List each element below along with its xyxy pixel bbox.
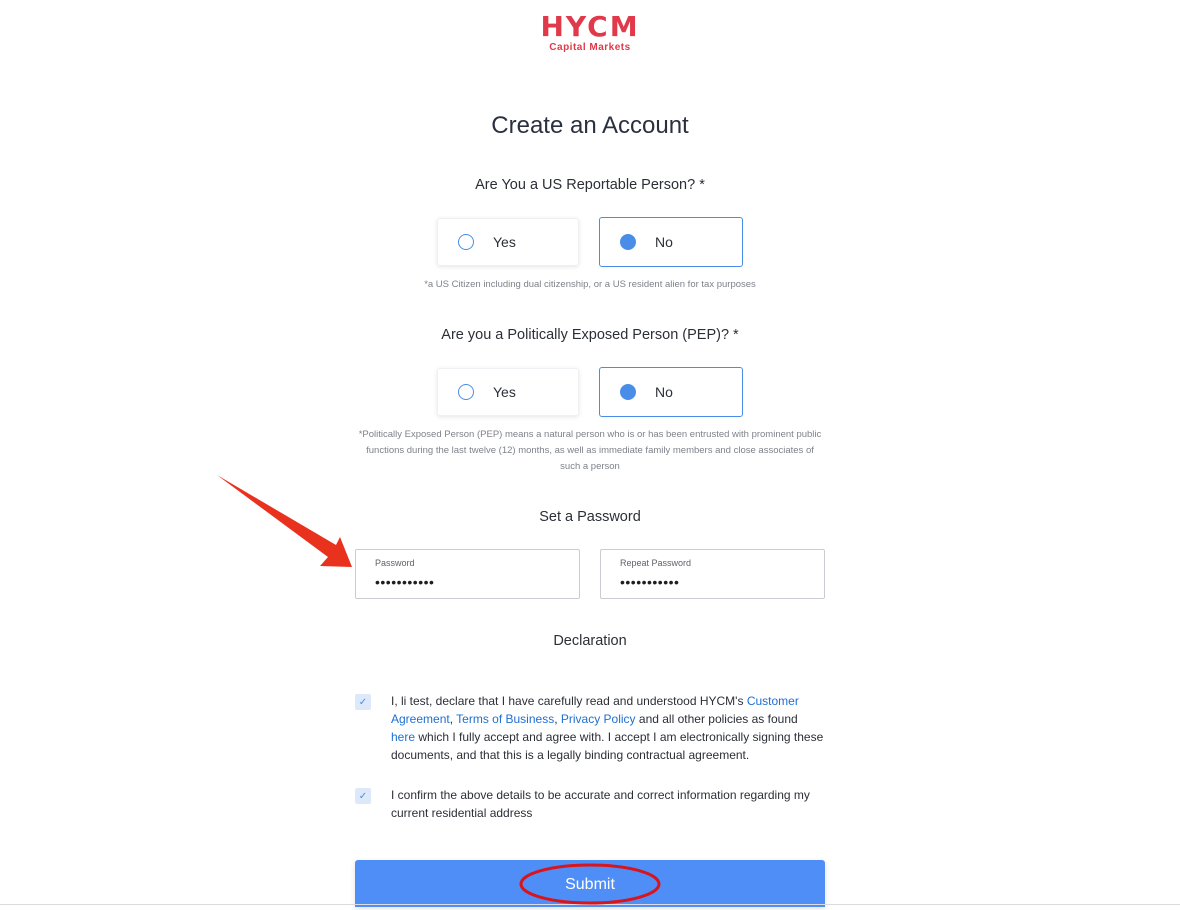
declaration-checkbox[interactable]: ✓ xyxy=(355,694,371,710)
radio-icon xyxy=(458,384,474,400)
check-icon: ✓ xyxy=(358,790,368,802)
option-label: Yes xyxy=(493,384,516,400)
password-heading: Set a Password xyxy=(539,509,641,525)
option-label: Yes xyxy=(493,234,516,250)
us-person-question: Are You a US Reportable Person? * xyxy=(475,177,705,193)
pep-question: Are you a Politically Exposed Person (PE… xyxy=(441,327,739,343)
check-icon: ✓ xyxy=(358,696,368,708)
declaration-text-part: I, li test, declare that I have carefull… xyxy=(391,694,747,708)
logo-wordmark: HYCM xyxy=(540,10,640,43)
pep-note-line: such a person xyxy=(560,461,620,472)
declaration-text-part: and all other policies as found xyxy=(635,712,798,726)
pep-note: *Politically Exposed Person (PEP) means … xyxy=(300,427,880,475)
pep-note-line: *Politically Exposed Person (PEP) means … xyxy=(358,429,822,440)
terms-of-business-link[interactable]: Terms of Business xyxy=(456,712,554,726)
radio-selected-icon xyxy=(620,384,636,400)
pep-note-line: functions during the last twelve (12) mo… xyxy=(366,445,814,456)
pep-no-option[interactable]: No xyxy=(599,367,743,417)
link-text[interactable]: Agreement xyxy=(391,712,450,726)
confirm-address-text: I confirm the above details to be accura… xyxy=(391,788,810,820)
option-label: No xyxy=(655,234,673,250)
page-bottom-divider xyxy=(0,904,1180,905)
logo-subtitle: Capital Markets xyxy=(549,42,631,53)
radio-icon xyxy=(458,234,474,250)
radio-selected-icon xyxy=(620,234,636,250)
password-field[interactable]: Password ••••••••••• xyxy=(355,549,580,599)
declaration-heading: Declaration xyxy=(553,633,627,649)
pep-yes-option[interactable]: Yes xyxy=(437,368,579,416)
page-title: Create an Account xyxy=(491,112,689,139)
password-label: Password xyxy=(375,558,415,568)
us-person-yes-option[interactable]: Yes xyxy=(437,218,579,266)
hycm-logo: HYCM Capital Markets xyxy=(0,12,1180,54)
repeat-password-field[interactable]: Repeat Password ••••••••••• xyxy=(600,549,825,599)
us-person-no-option[interactable]: No xyxy=(599,217,743,267)
separator: , xyxy=(554,712,561,726)
link-text[interactable]: Customer xyxy=(747,694,799,708)
repeat-password-value[interactable]: ••••••••••• xyxy=(620,574,679,590)
privacy-policy-link[interactable]: Privacy Policy xyxy=(561,712,636,726)
confirm-address-checkbox[interactable]: ✓ xyxy=(355,788,371,804)
us-person-note: *a US Citizen including dual citizenship… xyxy=(424,279,756,290)
submit-button[interactable]: Submit xyxy=(355,860,825,907)
password-value[interactable]: ••••••••••• xyxy=(375,574,434,590)
repeat-password-label: Repeat Password xyxy=(620,558,692,568)
option-label: No xyxy=(655,384,673,400)
declaration-text-part: which I fully accept and agree with. I a… xyxy=(391,730,824,762)
declaration-text: I, li test, declare that I have carefull… xyxy=(391,692,831,764)
here-link[interactable]: here xyxy=(391,730,415,744)
